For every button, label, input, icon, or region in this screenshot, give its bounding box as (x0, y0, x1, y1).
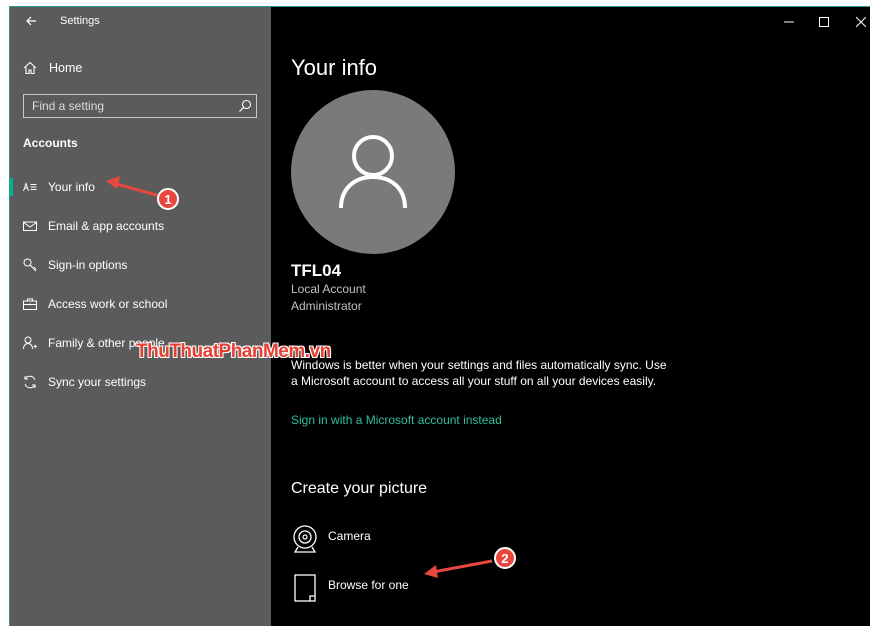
sidebar-item-sync[interactable]: Sync your settings (10, 371, 271, 393)
sync-icon (24, 375, 36, 389)
home-nav-item[interactable]: Home (10, 57, 271, 79)
watermark: ThuThuatPhanMem.vn (136, 341, 331, 362)
camera-option[interactable]: Camera (291, 523, 491, 557)
briefcase-icon (23, 298, 37, 310)
sidebar-item-access-work[interactable]: Access work or school (10, 293, 271, 315)
sidebar: Settings Home Accounts Your info (10, 7, 331, 626)
mail-icon (23, 221, 37, 231)
sidebar-item-label: Access work or school (48, 297, 168, 311)
search-box (23, 94, 257, 118)
section-title-accounts: Accounts (23, 136, 78, 150)
sidebar-item-label: Sign-in options (48, 258, 128, 272)
app-title: Settings (60, 15, 100, 27)
close-icon (856, 17, 866, 27)
maximize-button[interactable] (811, 11, 837, 33)
sidebar-item-label: Your info (48, 180, 95, 194)
browse-label: Browse for one (328, 578, 409, 592)
account-role: Administrator (291, 299, 362, 313)
back-arrow-icon (26, 16, 36, 26)
avatar (291, 90, 455, 254)
settings-window: Settings Home Accounts Your info (9, 6, 870, 626)
camera-label: Camera (328, 529, 371, 543)
account-type: Local Account (291, 282, 366, 296)
user-name: TFL04 (291, 261, 342, 280)
maximize-icon (819, 17, 829, 27)
create-picture-title: Create your picture (291, 480, 428, 497)
browse-option[interactable]: Browse for one (291, 572, 491, 606)
camera-icon (293, 525, 317, 553)
user-silhouette-icon (339, 135, 407, 209)
person-add-icon (23, 336, 37, 350)
search-icon[interactable] (238, 99, 252, 113)
person-card-icon (23, 181, 37, 192)
minimize-button[interactable] (776, 11, 802, 33)
home-label: Home (49, 61, 83, 75)
annotation-badge-2: 2 (494, 547, 516, 569)
sidebar-item-email-accounts[interactable]: Email & app accounts (10, 215, 271, 237)
microsoft-signin-link[interactable]: Sign in with a Microsoft account instead (291, 413, 502, 427)
sidebar-item-your-info[interactable]: Your info (10, 176, 271, 198)
back-button[interactable] (20, 11, 42, 31)
browse-file-icon (294, 574, 316, 602)
title-bar: Settings (10, 7, 271, 35)
main-panel: Your info TFL04 Local Account Administra… (271, 7, 870, 626)
sync-info-text: Windows is better when your settings and… (291, 358, 667, 388)
minimize-icon (784, 21, 794, 23)
annotation-badge-1: 1 (157, 188, 179, 210)
key-icon (23, 258, 37, 272)
sidebar-item-label: Email & app accounts (48, 219, 165, 233)
selection-indicator (10, 178, 13, 196)
search-input[interactable] (24, 95, 229, 117)
sidebar-item-sign-in-options[interactable]: Sign-in options (10, 254, 271, 276)
close-button[interactable] (848, 11, 870, 33)
home-icon (23, 61, 37, 75)
sidebar-item-label: Sync your settings (48, 375, 147, 389)
page-title: Your info (291, 55, 378, 80)
